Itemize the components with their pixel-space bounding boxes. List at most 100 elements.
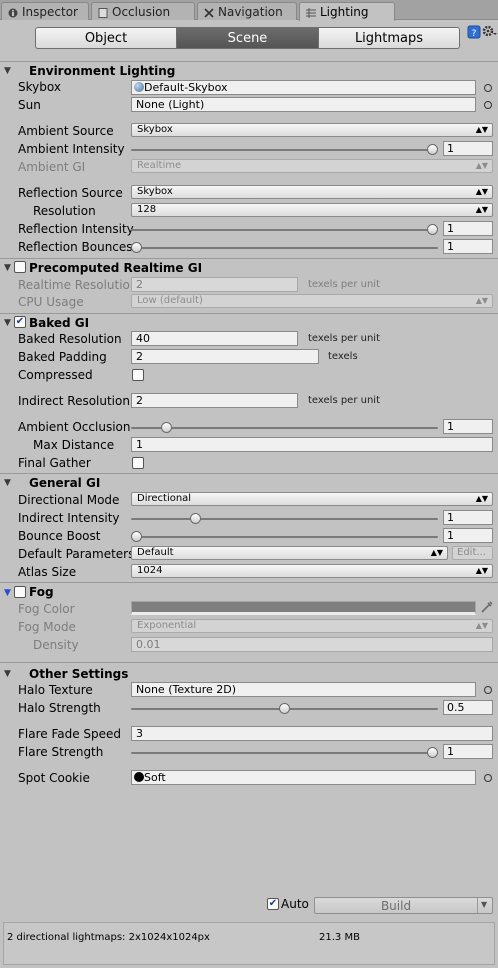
slider-thumb[interactable]	[131, 531, 142, 542]
baked-padding-field[interactable]: 2	[131, 349, 319, 364]
slider-thumb[interactable]	[279, 703, 290, 714]
atlas-size-label: Atlas Size	[18, 565, 77, 579]
flare-fade-speed-field[interactable]: 3	[131, 726, 493, 741]
divider	[0, 582, 498, 583]
edit-parameters-button[interactable]: Edit...	[452, 546, 493, 560]
tab-label: Inspector	[22, 4, 78, 19]
foldout-arrow-icon[interactable]: ▼	[4, 669, 11, 679]
foldout-arrow-icon[interactable]: ▼	[4, 588, 11, 598]
bounce-boost-label: Bounce Boost	[18, 529, 101, 543]
dropdown-arrow-icon: ▲▼	[475, 187, 488, 196]
reflection-bounces-input[interactable]: 1	[443, 239, 493, 254]
dropdown-value: Exponential	[137, 620, 197, 631]
object-picker-icon[interactable]	[484, 101, 492, 109]
scene-mode-button[interactable]: Scene	[176, 27, 319, 49]
slider-thumb[interactable]	[427, 747, 438, 758]
bounce-boost-input[interactable]: 1	[443, 528, 493, 543]
skybox-field[interactable]: Default-Skybox	[131, 80, 476, 95]
dropdown-value: Skybox	[137, 124, 173, 135]
fog-mode-dropdown: Exponential ▲▼	[131, 619, 493, 633]
reflection-intensity-slider[interactable]	[131, 229, 438, 231]
halo-strength-label: Halo Strength	[18, 701, 101, 715]
dropdown-arrow-icon: ▲▼	[475, 621, 488, 630]
flare-strength-input[interactable]: 1	[443, 744, 493, 759]
indirect-intensity-label: Indirect Intensity	[18, 511, 120, 525]
final-gather-checkbox[interactable]	[132, 457, 144, 469]
unit-label: texels per unit	[308, 279, 380, 290]
tab-lighting[interactable]: Lighting	[299, 2, 395, 21]
spot-cookie-field[interactable]: Soft	[131, 770, 476, 785]
auto-bake-checkbox[interactable]: ✔	[267, 898, 279, 910]
ambient-occlusion-slider[interactable]	[131, 427, 438, 429]
object-picker-icon[interactable]	[484, 686, 492, 694]
slider-thumb[interactable]	[190, 513, 202, 524]
help-book-icon[interactable]: ?	[467, 25, 481, 39]
object-picker-icon[interactable]	[484, 84, 492, 92]
button-label: Scene	[227, 30, 268, 46]
slider-thumb[interactable]	[427, 144, 438, 155]
ambient-occlusion-input[interactable]: 1	[443, 419, 493, 434]
lightmaps-mode-button[interactable]: Lightmaps	[318, 27, 460, 49]
slider-thumb[interactable]	[427, 224, 438, 235]
realtime-resolution-field: 2	[131, 277, 298, 292]
unit-label: texels per unit	[308, 395, 380, 406]
object-picker-icon[interactable]	[484, 774, 492, 782]
object-mode-button[interactable]: Object	[35, 27, 177, 49]
fog-checkbox[interactable]	[14, 586, 26, 598]
dropdown-arrow-icon: ▲▼	[475, 125, 488, 134]
reflection-source-dropdown[interactable]: Skybox ▲▼	[131, 185, 493, 199]
reflection-bounces-slider[interactable]	[131, 247, 438, 249]
baked-resolution-field[interactable]: 40	[131, 331, 298, 346]
baked-padding-label: Baked Padding	[18, 350, 107, 364]
default-parameters-dropdown[interactable]: Default ▲▼	[131, 546, 448, 560]
max-distance-field[interactable]: 1	[131, 437, 493, 452]
halo-texture-field[interactable]: None (Texture 2D)	[131, 682, 476, 697]
slider-thumb[interactable]	[160, 422, 172, 433]
final-gather-label: Final Gather	[18, 456, 91, 470]
sun-label: Sun	[18, 98, 41, 112]
ambient-intensity-label: Ambient Intensity	[18, 142, 125, 156]
directional-mode-dropdown[interactable]: Directional ▲▼	[131, 492, 493, 506]
build-button[interactable]: Build ▼	[314, 897, 493, 914]
divider	[0, 61, 498, 62]
ambient-intensity-slider[interactable]	[131, 149, 438, 151]
cookie-texture-icon	[134, 772, 144, 782]
foldout-arrow-icon[interactable]: ▼	[4, 263, 11, 273]
gear-icon[interactable]	[482, 24, 498, 38]
reflection-bounces-label: Reflection Bounces	[18, 240, 133, 254]
realtime-gi-checkbox[interactable]	[14, 261, 26, 273]
info-icon	[8, 7, 18, 17]
tab-occlusion[interactable]: Occlusion	[91, 2, 195, 20]
compressed-checkbox[interactable]	[132, 369, 144, 381]
unit-label: texels	[328, 351, 358, 362]
atlas-size-dropdown[interactable]: 1024 ▲▼	[131, 564, 493, 578]
flare-strength-slider[interactable]	[131, 752, 438, 754]
spot-cookie-label: Spot Cookie	[18, 771, 90, 785]
ambient-source-dropdown[interactable]: Skybox ▲▼	[131, 123, 493, 137]
dropdown-arrow-icon[interactable]: ▼	[481, 900, 487, 909]
indirect-resolution-field[interactable]: 2	[131, 393, 298, 408]
halo-strength-input[interactable]: 0.5	[443, 700, 493, 715]
bounce-boost-slider[interactable]	[131, 536, 438, 538]
ambient-intensity-input[interactable]: 1	[443, 141, 493, 156]
tab-label: Occlusion	[112, 4, 171, 19]
reflection-intensity-input[interactable]: 1	[443, 221, 493, 236]
tab-inspector[interactable]: Inspector	[1, 2, 89, 20]
sun-field[interactable]: None (Light)	[131, 97, 476, 112]
foldout-arrow-icon[interactable]: ▼	[4, 66, 11, 76]
dropdown-arrow-icon: ▲▼	[475, 566, 488, 575]
indirect-intensity-slider[interactable]	[131, 518, 438, 520]
foldout-arrow-icon[interactable]: ▼	[4, 478, 11, 488]
tab-navigation[interactable]: Navigation	[197, 2, 297, 20]
divider	[0, 258, 498, 259]
baked-gi-checkbox[interactable]: ✔	[14, 316, 26, 328]
dropdown-value: 1024	[137, 565, 163, 576]
slider-thumb[interactable]	[131, 242, 142, 253]
density-field: 0.01	[131, 637, 493, 652]
dropdown-value: Realtime	[137, 160, 182, 171]
resolution-dropdown[interactable]: 128 ▲▼	[131, 203, 493, 217]
density-label: Density	[33, 638, 79, 652]
foldout-arrow-icon[interactable]: ▼	[4, 318, 11, 328]
ambient-gi-label: Ambient GI	[18, 160, 86, 174]
indirect-intensity-input[interactable]: 1	[443, 510, 493, 525]
